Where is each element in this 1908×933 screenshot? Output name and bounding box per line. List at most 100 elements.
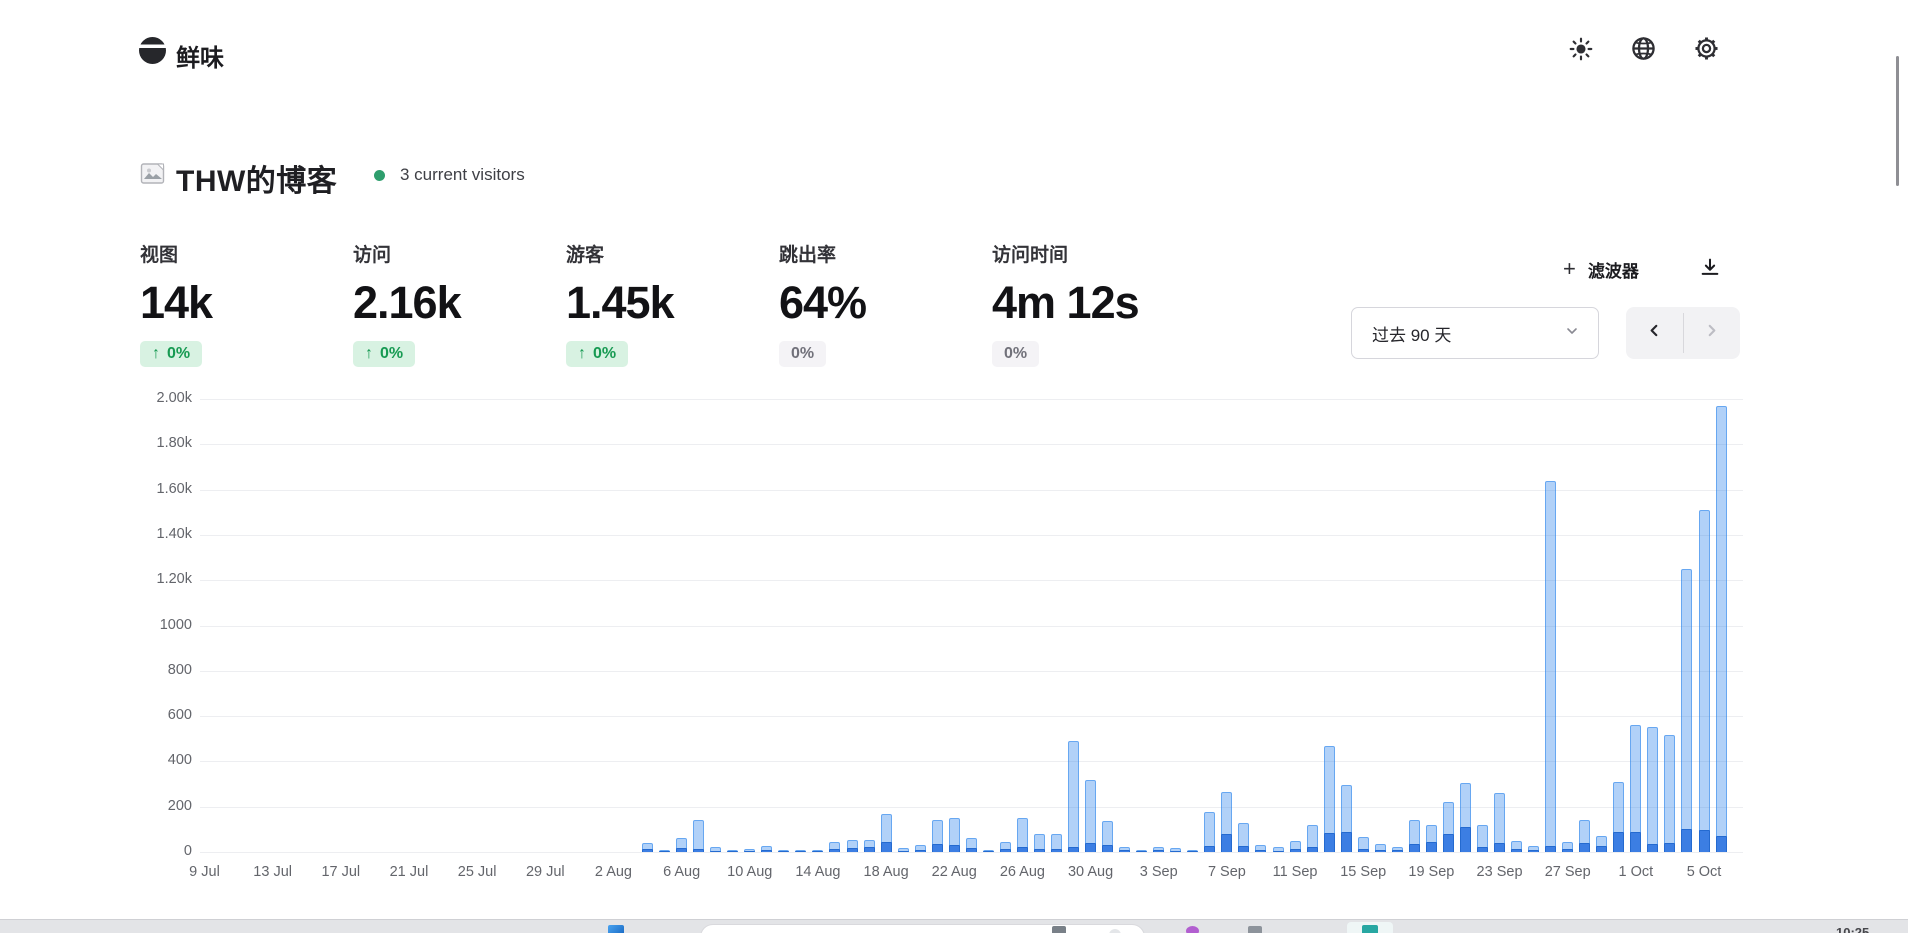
- add-filter-button[interactable]: + 滤波器: [1563, 252, 1639, 286]
- bar-views-segment: [1681, 569, 1692, 852]
- change-value: 0%: [791, 345, 814, 363]
- plus-icon: +: [1563, 258, 1576, 280]
- date-range-select[interactable]: 过去 90 天: [1351, 307, 1599, 359]
- taskbar: 10:25: [0, 919, 1908, 933]
- bar-visitors-segment: [1221, 834, 1232, 852]
- scrollbar-thumb[interactable]: [1896, 56, 1899, 186]
- y-tick-label: 1.20k: [102, 571, 192, 587]
- y-tick-label: 1.60k: [102, 481, 192, 497]
- download-button[interactable]: [1694, 254, 1726, 284]
- change-badge: ↑0%: [353, 341, 415, 367]
- chevron-right-icon: [1703, 322, 1720, 344]
- bar-visitors-segment: [1630, 832, 1641, 852]
- bar-visitors-segment: [761, 850, 772, 852]
- bar-views-segment: [1716, 406, 1727, 852]
- next-period-button[interactable]: [1683, 307, 1740, 359]
- bar-visitors-segment: [1204, 846, 1215, 852]
- bar-visitors-segment: [949, 845, 960, 852]
- bar-visitors-segment: [1613, 832, 1624, 852]
- metric-visitors: 游客 1.45k ↑0%: [566, 240, 776, 367]
- bar-visitors-segment: [1392, 850, 1403, 852]
- y-tick-label: 200: [102, 798, 192, 814]
- language-button[interactable]: [1628, 36, 1658, 66]
- x-axis: 9 Jul13 Jul17 Jul21 Jul25 Jul29 Jul2 Aug…: [200, 864, 1743, 886]
- metric-bounce-rate: 跳出率 64% 0%: [779, 240, 989, 367]
- bar-visitors-segment: [1716, 836, 1727, 852]
- bar-visitors-segment: [966, 848, 977, 852]
- bar-visitors-segment: [1562, 849, 1573, 852]
- x-tick-label: 18 Aug: [851, 864, 921, 880]
- filter-label: 滤波器: [1588, 257, 1639, 282]
- y-tick-label: 1.80k: [102, 435, 192, 451]
- y-tick-label: 600: [102, 707, 192, 723]
- taskbar-app-icon[interactable]: [1248, 926, 1262, 933]
- bar-visitors-segment: [642, 849, 653, 852]
- bar-visitors-segment: [1699, 830, 1710, 852]
- metric-value: 14k: [140, 277, 350, 329]
- gridline: [200, 671, 1743, 672]
- gridline: [200, 761, 1743, 762]
- bar-visitors-segment: [1307, 847, 1318, 852]
- live-dot-icon: [374, 170, 385, 181]
- bar-visitors-segment: [1375, 850, 1386, 852]
- globe-icon: [1630, 35, 1657, 67]
- x-tick-label: 14 Aug: [783, 864, 853, 880]
- bar-visitors-segment: [1545, 846, 1556, 852]
- bar-visitors-segment: [812, 851, 823, 853]
- metric-visits: 访问 2.16k ↑0%: [353, 240, 563, 367]
- bar-visitors-segment: [1102, 845, 1113, 852]
- bar-visitors-segment: [1494, 843, 1505, 852]
- taskbar-app-icon[interactable]: [1052, 926, 1066, 933]
- bar-visitors-segment: [915, 850, 926, 852]
- bar-visitors-segment: [1596, 846, 1607, 852]
- x-tick-label: 29 Jul: [510, 864, 580, 880]
- bar-views-segment: [1068, 741, 1079, 852]
- bar-visitors-segment: [1034, 849, 1045, 852]
- taskbar-app-icon[interactable]: [608, 925, 624, 933]
- bar-visitors-segment: [795, 851, 806, 853]
- page-title: THW的博客: [176, 156, 337, 200]
- change-badge: 0%: [779, 341, 826, 367]
- y-tick-label: 1.40k: [102, 526, 192, 542]
- bar-visitors-segment: [1443, 834, 1454, 852]
- x-tick-label: 13 Jul: [238, 864, 308, 880]
- x-tick-label: 10 Aug: [715, 864, 785, 880]
- bar-visitors-segment: [1579, 843, 1590, 852]
- bar-visitors-segment: [1238, 846, 1249, 852]
- change-value: 0%: [167, 345, 190, 363]
- taskbar-active-app[interactable]: [1347, 922, 1393, 933]
- gridline: [200, 399, 1743, 400]
- gridline: [200, 580, 1743, 581]
- theme-toggle-button[interactable]: [1566, 36, 1596, 66]
- bar-visitors-segment: [1068, 847, 1079, 852]
- taskbar-search[interactable]: [700, 924, 1145, 933]
- y-tick-label: 400: [102, 752, 192, 768]
- bar-visitors-segment: [693, 849, 704, 852]
- bar-views-segment: [693, 820, 704, 852]
- bar-views-segment: [1647, 727, 1658, 852]
- metric-label: 访问时间: [992, 240, 1202, 267]
- bar-visitors-segment: [1170, 851, 1181, 853]
- bar-visitors-segment: [864, 847, 875, 852]
- chevron-down-icon: [1564, 323, 1580, 344]
- bar-visitors-segment: [778, 851, 789, 853]
- bar-visitors-segment: [983, 851, 994, 853]
- current-visitors[interactable]: 3 current visitors: [400, 165, 525, 185]
- download-icon: [1699, 256, 1721, 283]
- settings-button[interactable]: [1691, 36, 1721, 66]
- bar-visitors-segment: [1477, 847, 1488, 852]
- bar-visitors-segment: [1528, 850, 1539, 852]
- gridline: [200, 716, 1743, 717]
- prev-period-button[interactable]: [1626, 307, 1683, 359]
- y-tick-label: 800: [102, 662, 192, 678]
- bar-visitors-segment: [676, 848, 687, 852]
- gridline: [200, 535, 1743, 536]
- metric-label: 视图: [140, 240, 350, 267]
- bar-visitors-segment: [1358, 849, 1369, 852]
- bar-visitors-segment: [659, 851, 670, 853]
- x-tick-label: 3 Sep: [1124, 864, 1194, 880]
- bar-views-segment: [1545, 481, 1556, 852]
- taskbar-app-icon[interactable]: [1186, 926, 1199, 933]
- bar-visitors-segment: [1085, 843, 1096, 852]
- bar-visitors-segment: [1409, 844, 1420, 852]
